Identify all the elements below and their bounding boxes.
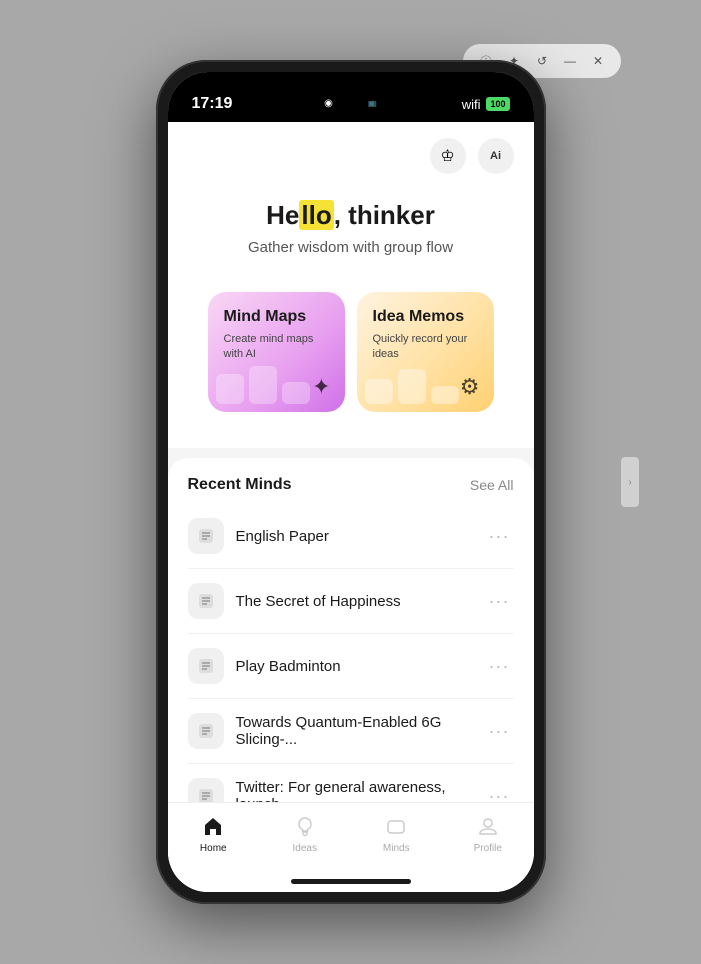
nav-home[interactable]: Home bbox=[168, 811, 260, 858]
mind-item-more-1[interactable]: ··· bbox=[485, 522, 514, 551]
cards-section: Mind Maps Create mind maps with AI ✦ bbox=[188, 276, 514, 428]
mind-item[interactable]: Towards Quantum-Enabled 6G Slicing-... ·… bbox=[188, 699, 514, 764]
di-left-icon: ◉ bbox=[324, 98, 333, 109]
greeting-title: Hello, thinker bbox=[188, 200, 514, 231]
greeting-prefix: He bbox=[266, 200, 299, 230]
main-content: ♔ Ai Hello, thinker Gather wisdom with g… bbox=[168, 122, 534, 892]
status-bar: 17:19 ◉ 📺 wifi 100 bbox=[168, 72, 534, 122]
mind-item-more-2[interactable]: ··· bbox=[485, 587, 514, 616]
status-right: wifi 100 bbox=[462, 97, 510, 112]
phone-frame: 17:19 ◉ 📺 wifi 100 ♔ bbox=[156, 60, 546, 904]
ai-icon: Ai bbox=[490, 150, 501, 162]
mind-item-name-3: Play Badminton bbox=[236, 658, 485, 675]
dynamic-island: ◉ 📺 bbox=[291, 86, 411, 120]
close-button[interactable]: ✕ bbox=[587, 50, 609, 72]
mind-icon-svg-3 bbox=[197, 657, 215, 675]
mind-icon-svg-1 bbox=[197, 527, 215, 545]
minimize-button[interactable]: — bbox=[559, 50, 581, 72]
idea-memos-title: Idea Memos bbox=[373, 308, 478, 326]
status-time: 17:19 bbox=[192, 95, 233, 113]
recent-header: Recent Minds See All bbox=[188, 458, 514, 504]
sidebar-toggle[interactable]: › bbox=[621, 457, 639, 507]
greeting-section: Hello, thinker Gather wisdom with group … bbox=[188, 190, 514, 276]
nav-home-label: Home bbox=[200, 843, 227, 854]
history-button[interactable]: ↺ bbox=[531, 50, 553, 72]
nav-minds[interactable]: Minds bbox=[351, 811, 443, 858]
minds-icon bbox=[384, 815, 408, 839]
crown-icon: ♔ bbox=[440, 146, 454, 166]
battery-badge: 100 bbox=[486, 97, 509, 111]
nav-profile[interactable]: Profile bbox=[442, 811, 534, 858]
profile-icon bbox=[476, 815, 500, 839]
see-all-button[interactable]: See All bbox=[470, 477, 514, 493]
mind-icon-svg-2 bbox=[197, 592, 215, 610]
home-indicator bbox=[291, 879, 411, 884]
idea-memos-icon: ⚙ bbox=[460, 374, 480, 400]
idea-memos-card[interactable]: Idea Memos Quickly record your ideas ⚙ bbox=[357, 292, 494, 412]
mind-item-more-3[interactable]: ··· bbox=[485, 652, 514, 681]
mind-icon-svg-4 bbox=[197, 722, 215, 740]
mind-item[interactable]: English Paper ··· bbox=[188, 504, 514, 569]
mind-item-icon-4 bbox=[188, 713, 224, 749]
mind-item-name-2: The Secret of Happiness bbox=[236, 593, 485, 610]
mind-maps-card[interactable]: Mind Maps Create mind maps with AI ✦ bbox=[208, 292, 345, 412]
crown-button[interactable]: ♔ bbox=[430, 138, 466, 174]
mind-item-name-1: English Paper bbox=[236, 528, 485, 545]
nav-minds-label: Minds bbox=[383, 843, 410, 854]
mind-item[interactable]: Play Badminton ··· bbox=[188, 634, 514, 699]
wifi-icon: wifi bbox=[462, 97, 481, 112]
greeting-subtitle: Gather wisdom with group flow bbox=[188, 239, 514, 256]
greeting-highlight: llo bbox=[299, 200, 333, 230]
ai-button[interactable]: Ai bbox=[478, 138, 514, 174]
di-right-icon: 📺 bbox=[368, 99, 377, 107]
top-icons-row: ♔ Ai bbox=[188, 138, 514, 174]
mind-item-icon-3 bbox=[188, 648, 224, 684]
mind-maps-title: Mind Maps bbox=[224, 308, 329, 326]
top-section: ♔ Ai Hello, thinker Gather wisdom with g… bbox=[168, 122, 534, 448]
recent-title: Recent Minds bbox=[188, 476, 292, 494]
nav-profile-label: Profile bbox=[474, 843, 502, 854]
mind-item-more-4[interactable]: ··· bbox=[485, 717, 514, 746]
mind-item-icon-1 bbox=[188, 518, 224, 554]
home-icon bbox=[201, 815, 225, 839]
nav-ideas-label: Ideas bbox=[293, 843, 317, 854]
mind-item-name-4: Towards Quantum-Enabled 6G Slicing-... bbox=[236, 714, 485, 748]
desktop-background: ⓘ ✦ ↺ — ✕ › 17:19 ◉ 📺 wifi 100 bbox=[0, 0, 701, 964]
mind-item-icon-2 bbox=[188, 583, 224, 619]
greeting-suffix: , thinker bbox=[334, 200, 435, 230]
ideas-icon bbox=[293, 815, 317, 839]
phone-screen: 17:19 ◉ 📺 wifi 100 ♔ bbox=[168, 72, 534, 892]
nav-ideas[interactable]: Ideas bbox=[259, 811, 351, 858]
mind-maps-icon: ✦ bbox=[312, 374, 330, 400]
mind-item[interactable]: The Secret of Happiness ··· bbox=[188, 569, 514, 634]
